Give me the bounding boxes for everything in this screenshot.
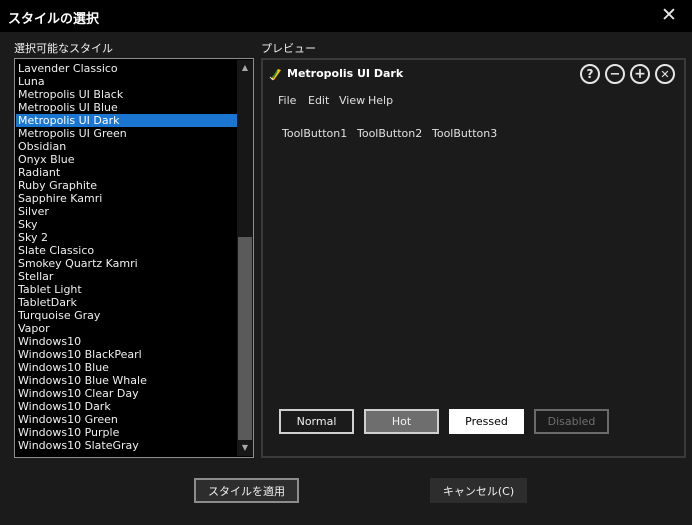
hot-button[interactable]: Hot	[364, 409, 439, 434]
list-item[interactable]: Windows10 Purple	[16, 426, 237, 439]
list-item[interactable]: Windows10 SlateGray	[16, 439, 237, 452]
disabled-button: Disabled	[534, 409, 609, 434]
list-item[interactable]: Windows10 Dark	[16, 400, 237, 413]
list-item[interactable]: Windows10 BlackPearl	[16, 348, 237, 361]
list-item[interactable]: Sky	[16, 218, 237, 231]
style-listbox[interactable]: Lavender Classico Luna Metropolis UI Bla…	[14, 58, 254, 458]
list-item[interactable]: Windows10	[16, 335, 237, 348]
cancel-button[interactable]: キャンセル(C)	[430, 478, 527, 503]
list-item[interactable]: Stellar	[16, 270, 237, 283]
toolbutton-1[interactable]: ToolButton1	[282, 127, 347, 140]
menu-file[interactable]: File	[278, 94, 296, 107]
list-item[interactable]: Windows10 Blue	[16, 361, 237, 374]
maximize-icon[interactable]: +	[630, 64, 650, 84]
scroll-up-icon[interactable]: ▲	[237, 62, 253, 74]
list-item[interactable]: Sky 2	[16, 231, 237, 244]
close-icon[interactable]: ✕	[660, 4, 678, 26]
list-item[interactable]: Sapphire Kamri	[16, 192, 237, 205]
pressed-button[interactable]: Pressed	[449, 409, 524, 434]
list-item[interactable]: Vapor	[16, 322, 237, 335]
minimize-icon[interactable]: −	[605, 64, 625, 84]
list-item[interactable]: Lavender Classico	[16, 62, 237, 75]
scroll-thumb[interactable]	[238, 237, 252, 440]
list-item[interactable]: Metropolis UI Black	[16, 88, 237, 101]
list-item[interactable]: Slate Classico	[16, 244, 237, 257]
scroll-down-icon[interactable]: ▼	[237, 442, 253, 454]
list-item-selected[interactable]: Metropolis UI Dark	[16, 114, 237, 127]
list-item[interactable]: Radiant	[16, 166, 237, 179]
preview-window-title: Metropolis UI Dark	[287, 67, 404, 80]
list-item[interactable]: Tablet Light	[16, 283, 237, 296]
list-item[interactable]: Metropolis UI Green	[16, 127, 237, 140]
list-item[interactable]: Turquoise Gray	[16, 309, 237, 322]
apply-style-button[interactable]: スタイルを適用	[194, 478, 299, 503]
list-item[interactable]: Ruby Graphite	[16, 179, 237, 192]
title-bar	[0, 0, 692, 32]
help-icon[interactable]: ?	[580, 64, 600, 84]
menu-view[interactable]: View	[339, 94, 365, 107]
close-circle-icon[interactable]: ✕	[655, 64, 675, 84]
menu-help[interactable]: Help	[368, 94, 393, 107]
toolbutton-2[interactable]: ToolButton2	[357, 127, 422, 140]
list-scrollbar[interactable]: ▲ ▼	[237, 60, 253, 456]
app-logo-icon	[269, 69, 281, 81]
list-item[interactable]: Windows10 Green	[16, 413, 237, 426]
toolbutton-3[interactable]: ToolButton3	[432, 127, 497, 140]
list-item[interactable]: Obsidian	[16, 140, 237, 153]
list-item[interactable]: Metropolis UI Blue	[16, 101, 237, 114]
preview-label: プレビュー	[261, 42, 316, 55]
window-title: スタイルの選択	[8, 12, 100, 27]
list-item[interactable]: Luna	[16, 75, 237, 88]
style-list: Lavender Classico Luna Metropolis UI Bla…	[16, 62, 237, 452]
preview-panel	[261, 58, 686, 458]
list-item[interactable]: Smokey Quartz Kamri	[16, 257, 237, 270]
menu-edit[interactable]: Edit	[308, 94, 329, 107]
list-item[interactable]: Windows10 Blue Whale	[16, 374, 237, 387]
list-item[interactable]: Onyx Blue	[16, 153, 237, 166]
list-item[interactable]: Windows10 Clear Day	[16, 387, 237, 400]
available-styles-label: 選択可能なスタイル	[14, 42, 113, 55]
normal-button[interactable]: Normal	[279, 409, 354, 434]
list-item[interactable]: TabletDark	[16, 296, 237, 309]
list-item[interactable]: Silver	[16, 205, 237, 218]
